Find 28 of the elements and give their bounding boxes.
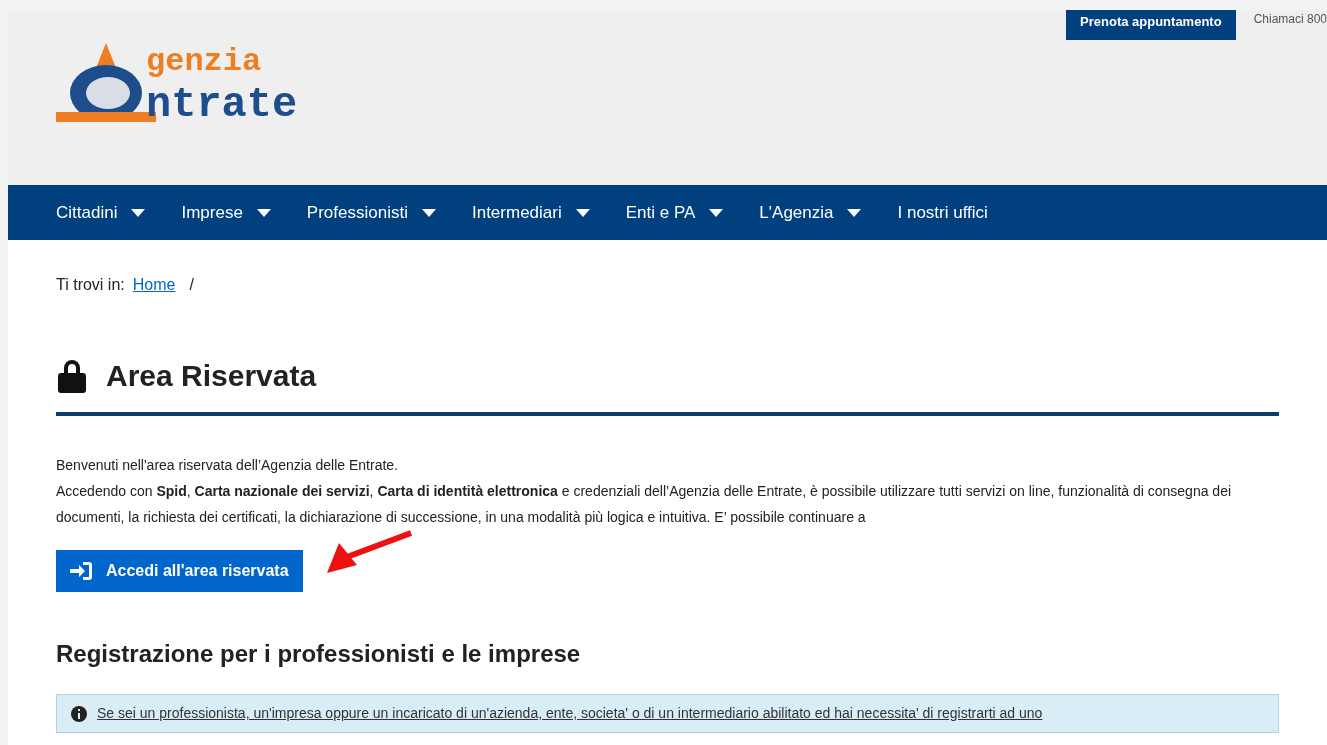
info-text: Se sei un professionista, un'impresa oppure un incaricato di un'azienda, ente, societa' o di un intermediario abilitato ed hai necessita' di registrarti ad uno <box>97 704 1043 723</box>
section-title: Registrazione per i professionisti e le imprese <box>56 639 582 669</box>
sign-in-icon <box>70 562 92 580</box>
caret-icon <box>709 208 724 217</box>
nav-item[interactable]: Professionisti <box>306 199 436 226</box>
caret-icon <box>421 208 436 217</box>
nav-item[interactable]: L'Agenzia <box>759 199 862 226</box>
caret-icon <box>131 208 146 217</box>
nav-item[interactable]: Cittadini <box>56 199 146 226</box>
caret-icon <box>575 208 590 217</box>
breadcrumb-separator: / <box>189 275 194 295</box>
lock-icon <box>56 358 88 393</box>
nav-item[interactable]: I nostri uffici <box>897 199 988 226</box>
breadcrumb-link[interactable]: Home <box>132 273 176 297</box>
nav-item[interactable]: Imprese <box>181 199 271 226</box>
info-icon <box>71 705 87 722</box>
intro-paragraph: Benvenuti nell'area riservata dell’Agenzia delle Entrate. <box>56 456 399 475</box>
caret-icon <box>256 208 271 217</box>
phone-text: Chiamaci 800 <box>1253 11 1327 28</box>
appointment-button[interactable]: Prenota appuntamento <box>1066 10 1236 40</box>
caret-icon <box>847 208 862 217</box>
page-title: Area Riservata <box>106 358 317 394</box>
nav-item[interactable]: Enti e PA <box>625 199 724 226</box>
breadcrumb-label: Ti trovi in: <box>56 275 125 295</box>
nav-item[interactable]: Intermediari <box>471 199 590 226</box>
login-button[interactable]: Accedi all'area riservata <box>56 550 303 592</box>
intro-paragraph: Accedendo con Spid, Carta nazionale dei servizi, Carta di identità elettronica e credenziali dell’Agenzia delle Entrate, è possibile utilizzare tutti servizi on line, funzionalità di consegna dei documenti, la richiesta dei certificati, la dichiarazione di successione, in una modalità più logica e intuitiva. E’ possibile continuare a <box>56 482 1233 527</box>
logo-drawing: genzia ntrate <box>56 38 366 128</box>
